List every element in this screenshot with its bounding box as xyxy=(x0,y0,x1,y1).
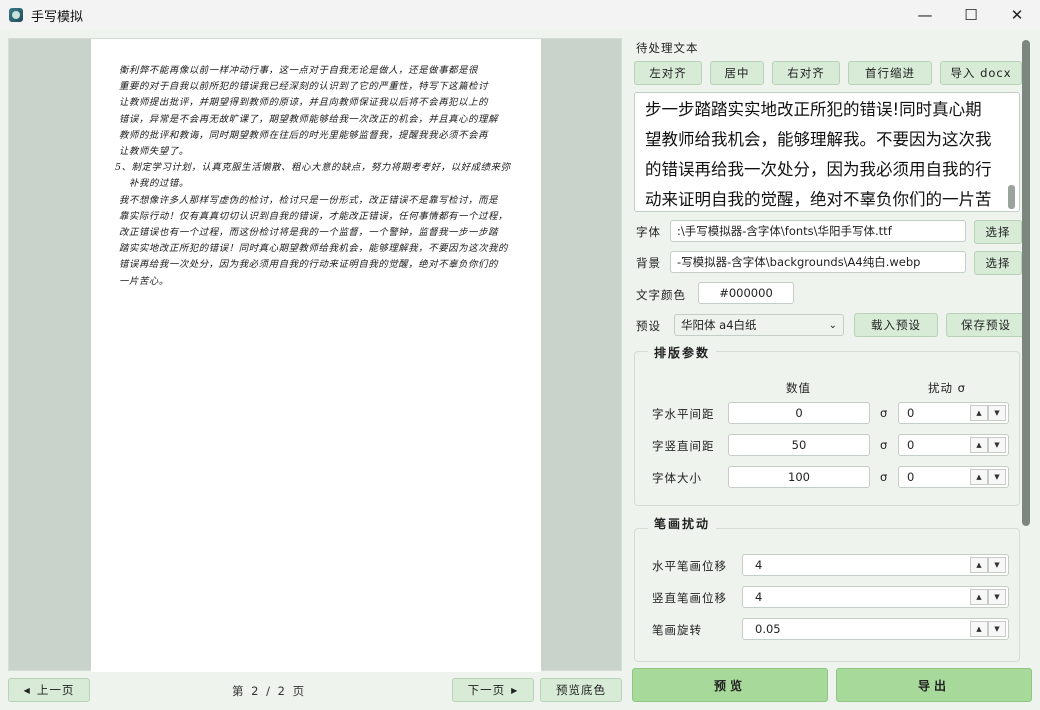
hand-line: 让教师提出批评，并期望得到教师的原谅，并且向教师保证我以后将不会再犯以上的 xyxy=(119,97,489,109)
preview-bg-color-button[interactable]: 预览底色 xyxy=(540,678,622,702)
text-scrollbar[interactable] xyxy=(1008,185,1015,209)
jitter-column-header: 扰动 σ xyxy=(928,381,966,395)
page-indicator: 第 2 / 2 页 xyxy=(232,684,307,698)
spin-up-icon[interactable]: ▲ xyxy=(970,469,988,485)
panel-scrollbar[interactable] xyxy=(1022,40,1030,526)
first-line-indent-button[interactable]: 首行缩进 xyxy=(848,61,932,85)
spin-down-icon[interactable]: ▼ xyxy=(988,621,1006,637)
next-page-label: 下一页 xyxy=(467,683,506,697)
load-preset-button[interactable]: 载入预设 xyxy=(854,313,938,337)
paper-page: 衡利弊不能再像以前一样冲动行事，这一点对于自我无论是做人，还是做事都是很 重要的… xyxy=(91,39,541,672)
v-stroke-offset-label: 竖直笔画位移 xyxy=(652,591,727,605)
chevron-down-icon: ⌄ xyxy=(828,319,837,331)
v-spacing-jitter-stepper[interactable]: 0 ▲ ▼ xyxy=(898,434,1009,456)
prev-page-label: 上一页 xyxy=(36,683,75,697)
font-label: 字体 xyxy=(636,225,661,239)
align-center-button[interactable]: 居中 xyxy=(710,61,764,85)
stroke-rotation-label: 笔画旋转 xyxy=(652,623,702,637)
hand-line: 错误再给我一次处分，因为我必须用自我的行动来证明自我的觉醒，绝对不辜负你们的 xyxy=(119,259,499,271)
hand-line: 我不想像许多人那样写虚伪的检讨，检讨只是一份形式，改正错误不是靠写检讨，而是 xyxy=(119,194,499,206)
hand-line: 让教师失望了。 xyxy=(119,146,189,158)
font-size-jitter-stepper[interactable]: 0 ▲ ▼ xyxy=(898,466,1009,488)
choose-font-button[interactable]: 选择 xyxy=(974,220,1022,244)
next-arrow-icon: ▶ xyxy=(511,685,519,695)
sigma-symbol: σ xyxy=(880,406,889,420)
hand-line: 5、制定学习计划，认真克服生活懒散、粗心大意的缺点，努力将期考考好，以好成绩来弥 xyxy=(115,162,511,174)
title-bar: 手写模拟 — ☐ ✕ xyxy=(0,0,1040,30)
v-spacing-jitter-value: 0 xyxy=(907,438,915,452)
text-color-label: 文字颜色 xyxy=(636,288,686,302)
font-path-field[interactable]: :\手写模拟器-含字体\fonts\华阳手写体.ttf xyxy=(670,220,966,242)
spin-up-icon[interactable]: ▲ xyxy=(970,405,988,421)
h-spacing-input[interactable]: 0 xyxy=(728,402,870,424)
next-page-button[interactable]: 下一页 ▶ xyxy=(452,678,534,702)
export-button[interactable]: 导出 xyxy=(836,668,1032,702)
font-size-label: 字体大小 xyxy=(652,471,702,485)
settings-panel: 待处理文本 左对齐 居中 右对齐 首行缩进 导入 docx 步一步踏踏实实地改正… xyxy=(632,38,1022,662)
spin-down-icon[interactable]: ▼ xyxy=(988,437,1006,453)
hand-line: 一片苦心。 xyxy=(119,275,169,287)
h-spacing-jitter-value: 0 xyxy=(907,406,915,420)
align-right-button[interactable]: 右对齐 xyxy=(772,61,840,85)
v-spacing-label: 字竖直间距 xyxy=(652,439,715,453)
stroke-rotation-stepper[interactable]: 0.05 ▲ ▼ xyxy=(742,618,1009,640)
hand-line: 教师的批评和教诲，同时期望教师在往后的时光里能够监督我，提醒我我必须不会再 xyxy=(119,129,489,141)
prev-arrow-icon: ◀ xyxy=(23,685,31,695)
h-stroke-offset-stepper[interactable]: 4 ▲ ▼ xyxy=(742,554,1009,576)
preset-selected: 华阳体 a4白纸 xyxy=(681,318,757,332)
spin-up-icon[interactable]: ▲ xyxy=(970,437,988,453)
v-stroke-offset-stepper[interactable]: 4 ▲ ▼ xyxy=(742,586,1009,608)
hand-line: 错误，异常是不会再无故旷课了，期望教师能够给我一次改正的机会，并且真心的理解 xyxy=(119,113,499,125)
choose-background-button[interactable]: 选择 xyxy=(974,251,1022,275)
spin-down-icon[interactable]: ▼ xyxy=(988,405,1006,421)
v-stroke-offset-value: 4 xyxy=(755,590,763,604)
sigma-symbol: σ xyxy=(880,470,889,484)
value-column-header: 数值 xyxy=(786,381,811,395)
hand-line: 重要的对于自我以前所犯的错误我已经深刻的认识到了它的严重性，特写下这篇检讨 xyxy=(119,81,489,93)
text-color-field[interactable]: #000000 xyxy=(698,282,794,304)
source-text: 步一步踏踏实实地改正所犯的错误!同时真心期望教师给我机会，能够理解我。不要因为这… xyxy=(645,100,992,209)
font-size-input[interactable]: 100 xyxy=(728,466,870,488)
preview-area: 衡利弊不能再像以前一样冲动行事，这一点对于自我无论是做人，还是做事都是很 重要的… xyxy=(8,38,622,672)
minimize-button[interactable]: — xyxy=(902,0,948,30)
stroke-params-title: 笔画扰动 xyxy=(648,515,717,532)
spin-up-icon[interactable]: ▲ xyxy=(970,589,988,605)
text-section-label: 待处理文本 xyxy=(636,41,699,55)
maximize-button[interactable]: ☐ xyxy=(948,0,994,30)
layout-params-title: 排版参数 xyxy=(648,344,717,361)
preset-select[interactable]: 华阳体 a4白纸 ⌄ xyxy=(674,314,844,336)
background-path-field[interactable]: -写模拟器-含字体\backgrounds\A4纯白.webp xyxy=(670,251,966,273)
align-left-button[interactable]: 左对齐 xyxy=(634,61,702,85)
font-size-jitter-value: 0 xyxy=(907,470,915,484)
save-preset-button[interactable]: 保存预设 xyxy=(946,313,1022,337)
hand-line: 改正错误也有一个过程，而这份检讨将是我的一个监督，一个警钟，监督我一步一步踏 xyxy=(119,227,499,239)
window-title: 手写模拟 xyxy=(31,9,84,25)
spin-up-icon[interactable]: ▲ xyxy=(970,621,988,637)
h-stroke-offset-value: 4 xyxy=(755,558,763,572)
close-button[interactable]: ✕ xyxy=(994,0,1040,30)
background-label: 背景 xyxy=(636,256,661,270)
hand-line: 补我的过错。 xyxy=(129,178,189,190)
import-docx-button[interactable]: 导入 docx xyxy=(940,61,1022,85)
h-stroke-offset-label: 水平笔画位移 xyxy=(652,559,727,573)
spin-down-icon[interactable]: ▼ xyxy=(988,469,1006,485)
hand-line: 靠实际行动！仅有真真切切认识到自我的错误，才能改正错误，任何事情都有一个过程， xyxy=(119,210,509,222)
h-spacing-label: 字水平间距 xyxy=(652,407,715,421)
stroke-rotation-value: 0.05 xyxy=(755,622,781,636)
v-spacing-input[interactable]: 50 xyxy=(728,434,870,456)
app-icon xyxy=(9,8,23,22)
spin-down-icon[interactable]: ▼ xyxy=(988,557,1006,573)
sigma-symbol: σ xyxy=(880,438,889,452)
prev-page-button[interactable]: ◀ 上一页 xyxy=(8,678,90,702)
hand-line: 踏实实地改正所犯的错误！同时真心期望教师给我机会，能够理解我，不要因为这次我的 xyxy=(119,243,509,255)
spin-down-icon[interactable]: ▼ xyxy=(988,589,1006,605)
preset-label: 预设 xyxy=(636,319,661,333)
source-text-area[interactable]: 步一步踏踏实实地改正所犯的错误!同时真心期望教师给我机会，能够理解我。不要因为这… xyxy=(634,92,1020,212)
h-spacing-jitter-stepper[interactable]: 0 ▲ ▼ xyxy=(898,402,1009,424)
preview-button[interactable]: 预览 xyxy=(632,668,828,702)
hand-line: 衡利弊不能再像以前一样冲动行事，这一点对于自我无论是做人，还是做事都是很 xyxy=(119,65,479,76)
spin-up-icon[interactable]: ▲ xyxy=(970,557,988,573)
